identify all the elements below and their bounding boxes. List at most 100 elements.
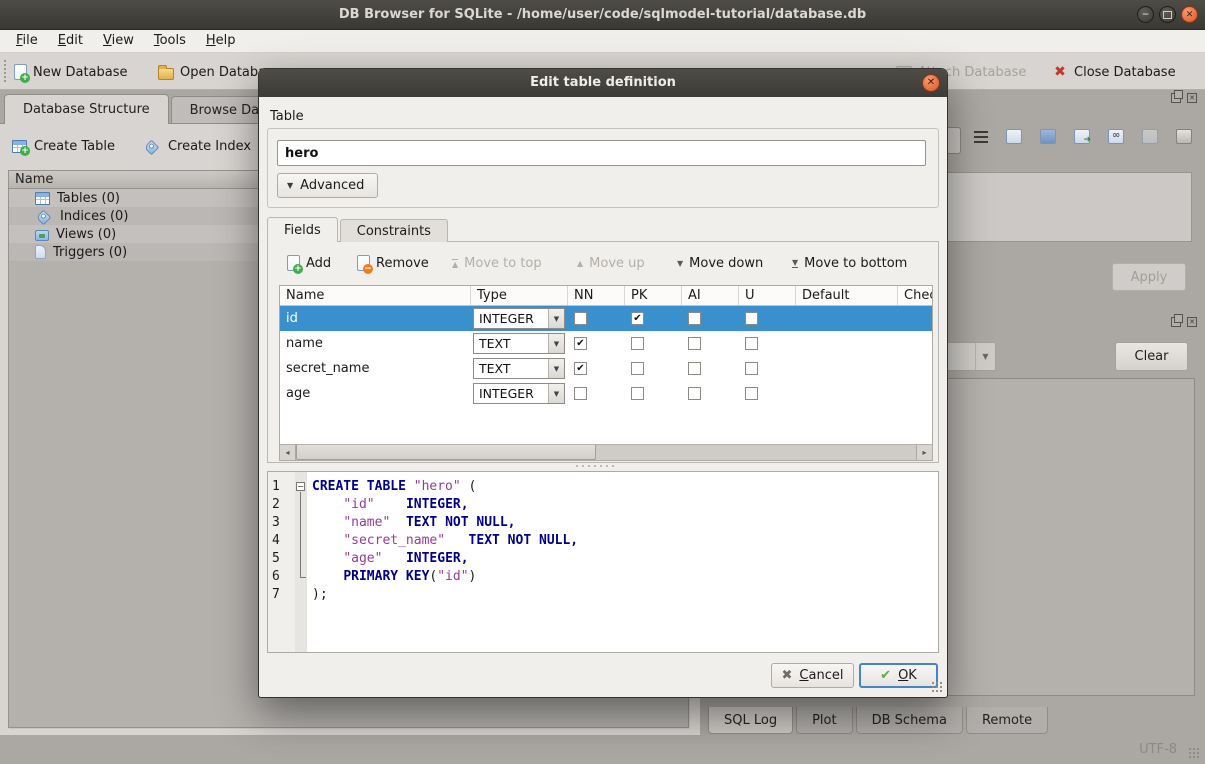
tab-plot[interactable]: Plot [796, 707, 853, 734]
pk-checkbox[interactable] [631, 387, 644, 400]
field-type-cell: TEXT [471, 356, 568, 381]
dialog-resize-grip[interactable] [931, 681, 944, 694]
toolbar-item-new-database[interactable]: New Database [14, 61, 128, 83]
maximize-icon[interactable] [1159, 6, 1176, 23]
grid-col-pk[interactable]: PK [625, 286, 682, 305]
type-combo[interactable]: TEXT [473, 358, 565, 379]
tree-item-label: Tables (0) [57, 191, 120, 206]
tab-remote[interactable]: Remote [966, 707, 1048, 734]
field-ai-cell [682, 381, 739, 406]
chevron-down-icon [287, 181, 293, 190]
grid-col-check[interactable]: Check [898, 286, 933, 305]
grid-col-ai[interactable]: AI [682, 286, 739, 305]
menu-item-view[interactable]: View [93, 30, 144, 52]
sql-line: 3 "name" TEXT NOT NULL, [268, 514, 938, 532]
sql-token: "name" [343, 515, 390, 530]
scrollbar-thumb[interactable] [296, 445, 596, 460]
type-combo[interactable]: INTEGER [473, 383, 565, 404]
nn-checkbox[interactable] [574, 337, 587, 350]
sql-preview[interactable]: 1CREATE TABLE "hero" (2 "id" INTEGER,3 "… [267, 471, 939, 653]
nn-checkbox[interactable] [574, 312, 587, 325]
dialog-close-icon[interactable] [922, 74, 940, 92]
menu-item-file[interactable]: File [6, 30, 48, 52]
fold-collapse-icon[interactable] [296, 482, 305, 491]
tab-db-schema[interactable]: DB Schema [856, 707, 963, 734]
menu-item-edit[interactable]: Edit [48, 30, 93, 52]
grid-col-u[interactable]: U [739, 286, 796, 305]
sql-token [312, 515, 343, 530]
toolbar-gripper[interactable] [3, 59, 8, 84]
u-checkbox[interactable] [745, 362, 758, 375]
ai-checkbox[interactable] [688, 387, 701, 400]
grid-col-type[interactable]: Type [471, 286, 568, 305]
advanced-button[interactable]: Advanced [277, 173, 378, 198]
splitter-handle[interactable] [574, 464, 616, 469]
scroll-left-icon[interactable]: ◂ [280, 445, 296, 460]
tab-sql-log[interactable]: SQL Log [708, 707, 793, 734]
ai-checkbox[interactable] [688, 337, 701, 350]
fields-toolbar-move-to-bottom[interactable]: Move to bottom [792, 252, 907, 274]
field-row-secret-name[interactable]: secret_nameTEXT [280, 356, 932, 381]
u-checkbox[interactable] [745, 312, 758, 325]
close-panel-icon[interactable] [1187, 93, 1197, 103]
open-database-icon [158, 68, 174, 80]
pk-checkbox[interactable] [631, 312, 644, 325]
fields-toolbar-move-down[interactable]: Move down [677, 252, 763, 274]
fields-toolbar-remove[interactable]: Remove [357, 252, 429, 274]
tab-constraints[interactable]: Constraints [340, 219, 448, 242]
field-row-age[interactable]: ageINTEGER [280, 381, 932, 406]
u-checkbox[interactable] [745, 387, 758, 400]
status-bar: UTF-8 [0, 735, 1205, 764]
pk-checkbox[interactable] [631, 362, 644, 375]
field-row-id[interactable]: idINTEGER [280, 306, 932, 331]
title-bar[interactable]: DB Browser for SQLite - /home/user/code/… [0, 0, 1205, 30]
type-combo[interactable]: TEXT [473, 333, 565, 354]
tab-fields[interactable]: Fields [267, 217, 338, 242]
minimize-icon[interactable] [1137, 6, 1154, 23]
horizontal-scrollbar[interactable]: ◂ ▸ [280, 444, 932, 460]
edit-table-definition-dialog: Edit table definition Table Advanced Fie… [258, 68, 948, 698]
button-label: Create Index [168, 139, 251, 154]
tab-database-structure[interactable]: Database Structure [4, 94, 169, 124]
table-name-input[interactable] [277, 140, 926, 166]
grid-col-name[interactable]: Name [280, 286, 471, 305]
link-icon[interactable] [1108, 129, 1124, 144]
field-row-name[interactable]: nameTEXT [280, 331, 932, 356]
fold-margin-cell [295, 586, 307, 604]
resize-grip[interactable] [1188, 747, 1201, 760]
menu-item-tools[interactable]: Tools [144, 30, 196, 52]
ai-checkbox[interactable] [688, 362, 701, 375]
close-panel-icon[interactable] [1187, 317, 1197, 327]
menu-item-help[interactable]: Help [196, 30, 246, 52]
create-table-icon [12, 140, 27, 153]
text-format-icon[interactable] [974, 131, 988, 143]
toolbar-item-label: New Database [33, 65, 128, 80]
fields-toolbar-add[interactable]: Add [287, 252, 331, 274]
button-create-table[interactable]: Create Table [12, 133, 115, 159]
ai-checkbox[interactable] [688, 312, 701, 325]
field-name: secret_name [280, 356, 471, 381]
grid-col-default[interactable]: Default [796, 286, 898, 305]
open-in-editor-icon[interactable] [1074, 129, 1090, 144]
cancel-button[interactable]: Cancel [771, 663, 854, 688]
print-icon[interactable] [1176, 129, 1192, 144]
nn-checkbox[interactable] [574, 362, 587, 375]
ok-button[interactable]: OK [859, 663, 938, 688]
sql-token: "secret_name" [343, 533, 445, 548]
fold-guide-line [300, 492, 301, 577]
pk-checkbox[interactable] [631, 337, 644, 350]
type-combo[interactable]: INTEGER [473, 308, 565, 329]
import-data-icon[interactable] [1006, 129, 1022, 144]
apply-button: Apply [1112, 263, 1186, 291]
float-panel-icon[interactable] [1171, 317, 1181, 327]
button-create-index[interactable]: Create Index [143, 133, 251, 159]
close-icon[interactable] [1181, 6, 1198, 23]
export-data-icon[interactable] [1040, 129, 1056, 144]
u-checkbox[interactable] [745, 337, 758, 350]
clear-button[interactable]: Clear [1115, 342, 1188, 371]
scroll-right-icon[interactable]: ▸ [916, 445, 932, 460]
grid-col-nn[interactable]: NN [568, 286, 625, 305]
toolbar-item-close-database[interactable]: Close Database [1052, 61, 1176, 83]
float-panel-icon[interactable] [1171, 93, 1181, 103]
nn-checkbox[interactable] [574, 387, 587, 400]
